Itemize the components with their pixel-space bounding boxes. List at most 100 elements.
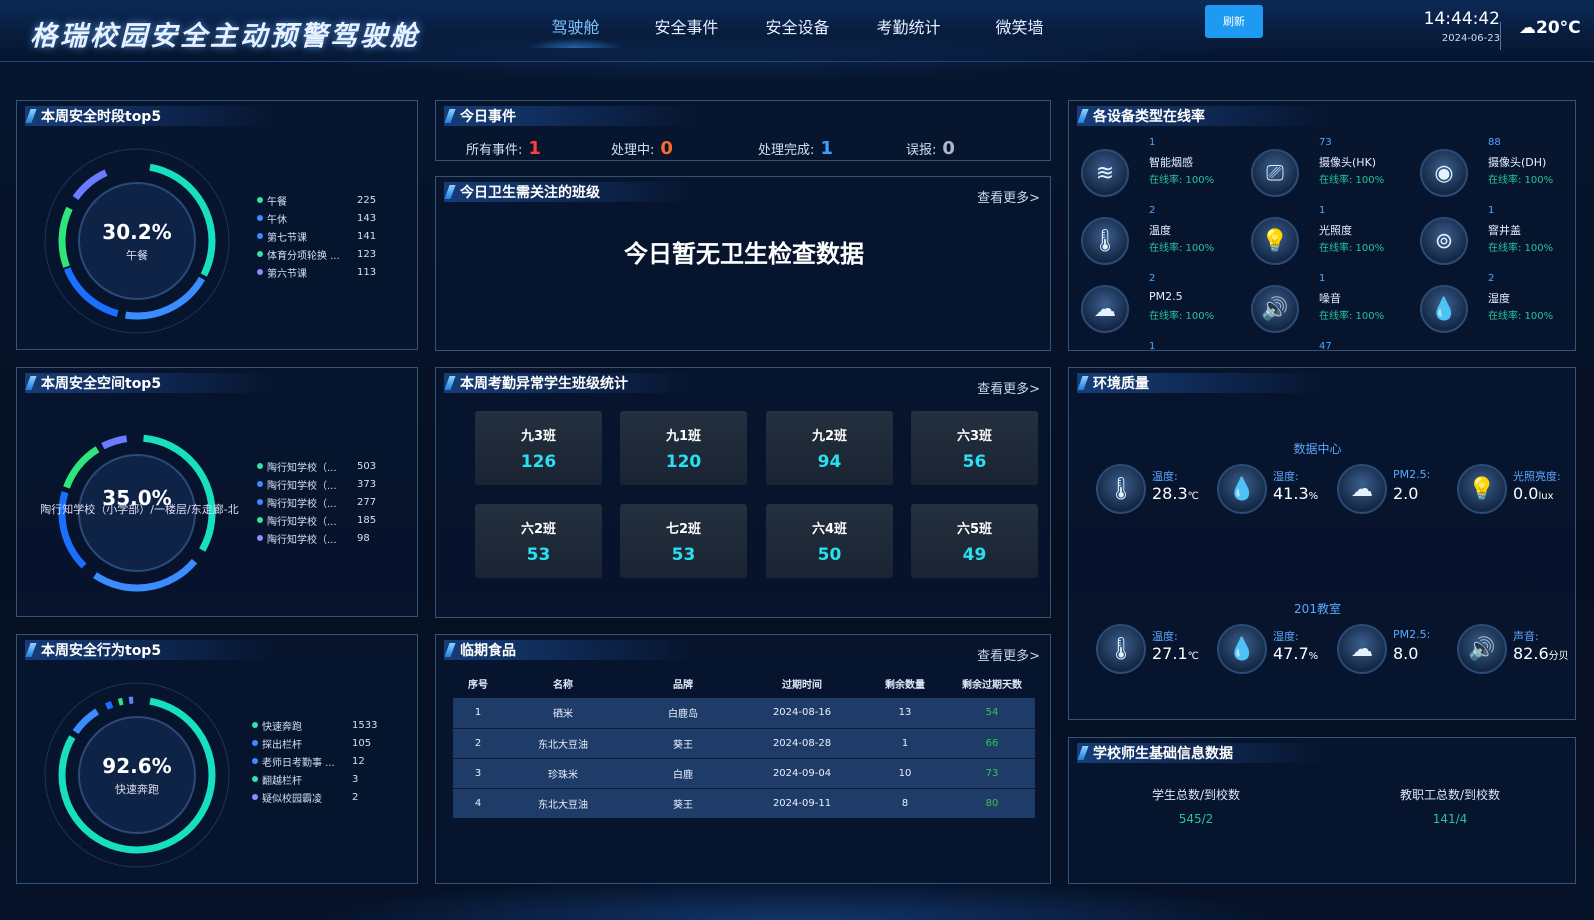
class-tile[interactable]: 六2班 53: [475, 504, 602, 578]
cell: 10: [861, 757, 949, 788]
device-name: 摄像头(DH): [1488, 156, 1547, 169]
nav-safety-events[interactable]: 安全事件: [631, 12, 742, 48]
env-group-title: 数据中心: [1293, 442, 1342, 456]
event-processing[interactable]: 处理中: 0: [611, 138, 673, 159]
event-label: 所有事件:: [466, 143, 523, 158]
device-item[interactable]: 💡 1 光照度 在线率: 100%: [1251, 205, 1411, 270]
device-rate: 在线率: 100%: [1488, 243, 1554, 254]
clock-date: 2024-06-23: [1441, 33, 1500, 44]
table-row[interactable]: 1 硒米 白鹿岛 2024-08-16 13 54: [453, 698, 1035, 728]
environment-panel: 环境质量 数据中心 🌡 温度: 28.3℃ 💧 湿度: 41.3% ☁ PM2.5: 2.0…: [1068, 367, 1576, 720]
light-bulb-icon: 💡: [1251, 217, 1299, 265]
device-item[interactable]: ☁ 2 PM2.5 在线率: 100%: [1081, 273, 1241, 338]
legend-value: 277: [357, 496, 377, 508]
device-item[interactable]: ≋ 1 智能烟感 在线率: 100%: [1081, 137, 1241, 202]
env-item: 💡 光照亮度: 0.0lux: [1457, 462, 1577, 516]
thermometer-icon: 🌡: [1096, 464, 1146, 514]
class-tile[interactable]: 七2班 53: [620, 504, 747, 578]
legend-value: 113: [357, 266, 377, 278]
env-number: 28.3: [1152, 484, 1188, 503]
cell: 葵王: [623, 787, 743, 818]
column-header: 剩余过期天数: [962, 679, 1022, 691]
cell: 13: [898, 707, 912, 719]
legend-dot: [257, 197, 263, 203]
more-link[interactable]: 查看更多>: [977, 378, 1040, 397]
device-count: 1: [1149, 341, 1156, 351]
legend-value: 98: [357, 532, 370, 544]
env-label: 温度:: [1152, 470, 1178, 483]
event-false-alarm[interactable]: 误报: 0: [906, 138, 955, 159]
legend-label: 体育分项轮换 ...: [267, 250, 340, 262]
env-number: 82.6: [1513, 644, 1549, 663]
device-name: 窨井盖: [1488, 224, 1521, 237]
legend-dot: [257, 463, 263, 469]
device-count: 47: [1319, 341, 1332, 351]
safe-time-panel: 本周安全时段top5 30.2% 午餐 午餐 225 午休 143 第七节课 141 …: [16, 100, 418, 350]
event-all[interactable]: 所有事件: 1: [466, 138, 541, 159]
device-item[interactable]: 🌡 2 温度 在线率: 100%: [1081, 205, 1241, 270]
event-value: 1: [820, 138, 833, 159]
more-link[interactable]: 查看更多>: [977, 187, 1040, 206]
env-item: 🌡 温度: 27.1℃: [1096, 622, 1216, 676]
class-name: 六4班: [811, 522, 848, 537]
device-item[interactable]: ⎚ 73 摄像头(HK) 在线率: 100%: [1251, 137, 1411, 202]
class-name: 六2班: [520, 522, 557, 537]
device-item[interactable]: ⊚ 1 窨井盖 在线率: 100%: [1420, 205, 1575, 270]
class-tile[interactable]: 九3班 126: [475, 411, 602, 485]
legend-dot: [257, 251, 263, 257]
env-unit: %: [1308, 651, 1319, 662]
class-name: 九2班: [811, 429, 848, 444]
class-tile[interactable]: 六3班 56: [911, 411, 1038, 485]
legend-value: 373: [357, 478, 377, 490]
legend-dot: [257, 481, 263, 487]
device-rate: 在线率: 100%: [1319, 243, 1385, 254]
legend-row: 午休 143: [257, 209, 376, 227]
env-group-title: 201教室: [1294, 602, 1341, 616]
ring-center-label: 午餐: [126, 248, 148, 262]
nav-smile-wall[interactable]: 微笑墙: [964, 12, 1075, 48]
device-name: PM2.5: [1149, 290, 1183, 303]
info-value: 141/4: [1432, 812, 1468, 826]
nav-attendance[interactable]: 考勤统计: [853, 12, 964, 48]
event-value: 0: [942, 138, 955, 159]
panel-title: 本周考勤异常学生班级统计: [444, 373, 804, 393]
env-item: 🔊 声音: 82.6分贝: [1457, 622, 1577, 676]
panel-title: 学校师生基础信息数据: [1077, 743, 1437, 763]
device-item[interactable]: 🔊 1 噪音 在线率: 100%: [1251, 273, 1411, 338]
nav-safety-devices[interactable]: 安全设备: [742, 12, 853, 48]
class-name: 七2班: [665, 522, 702, 537]
more-link[interactable]: 查看更多>: [977, 645, 1040, 664]
nav-cockpit[interactable]: 驾驶舱: [520, 12, 631, 48]
class-tile[interactable]: 九2班 94: [766, 411, 893, 485]
device-rate: 在线率: 100%: [1149, 175, 1215, 186]
event-label: 处理中:: [611, 143, 655, 158]
class-tile[interactable]: 九1班 120: [620, 411, 747, 485]
class-tile[interactable]: 六5班 49: [911, 504, 1038, 578]
device-rate: 在线率: 100%: [1149, 243, 1215, 254]
top-header: 格瑞校园安全主动预警驾驶舱 驾驶舱 安全事件 安全设备 考勤统计 微笑墙 刷新 …: [0, 0, 1594, 62]
device-item[interactable]: 💧 2 湿度 在线率: 100%: [1420, 273, 1575, 338]
table-row[interactable]: 2 东北大豆油 葵王 2024-08-28 1 66: [453, 727, 1035, 758]
legend-label: 陶行知学校（...: [267, 516, 337, 528]
class-count: 126: [520, 452, 557, 472]
env-number: 8.0: [1393, 644, 1419, 663]
env-label: 声音:: [1513, 630, 1539, 643]
light-bulb-icon: 💡: [1457, 464, 1507, 514]
refresh-button[interactable]: 刷新: [1205, 5, 1263, 38]
class-tile[interactable]: 六4班 50: [766, 504, 893, 578]
cell: 硒米: [553, 709, 573, 721]
env-label: 温度:: [1152, 630, 1178, 643]
table-row[interactable]: 4 东北大豆油 葵王 2024-09-11 8 80: [453, 787, 1035, 818]
env-number: 47.7: [1273, 644, 1309, 663]
humidity-icon: 💧: [1217, 624, 1267, 674]
env-item: 💧 湿度: 41.3%: [1217, 462, 1337, 516]
env-number: 2.0: [1393, 484, 1419, 503]
column-header: 过期时间: [782, 679, 822, 691]
table-row[interactable]: 3 珍珠米 白鹿 2024-09-04 10 73: [453, 757, 1035, 788]
device-item[interactable]: ◉ 88 摄像头(DH) 在线率: 100%: [1420, 137, 1575, 202]
event-done[interactable]: 处理完成: 1: [758, 138, 833, 159]
ring-center-value: 30.2%: [102, 220, 171, 244]
env-label: PM2.5:: [1393, 468, 1431, 481]
device-count: 2: [1149, 273, 1156, 284]
legend-dot: [257, 517, 263, 523]
